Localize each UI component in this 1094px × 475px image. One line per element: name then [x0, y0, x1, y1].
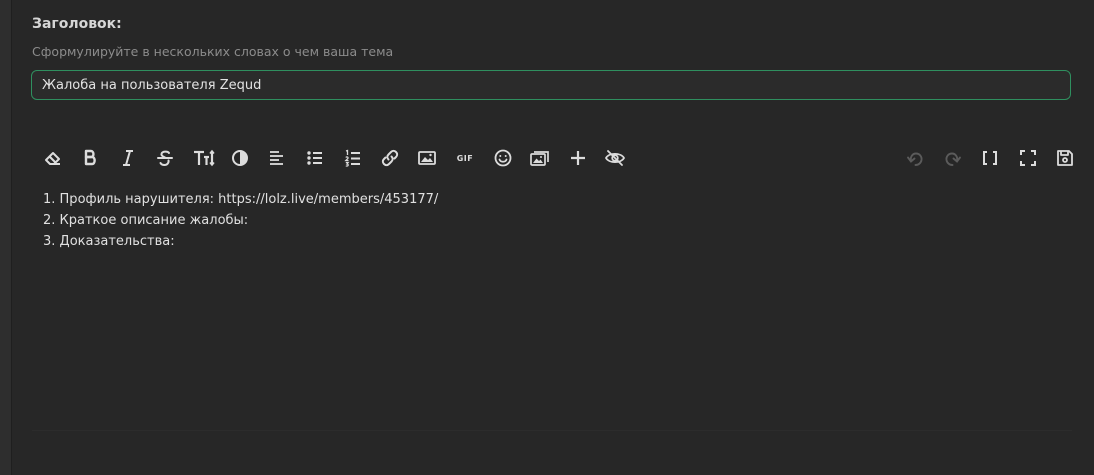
insert-more-button[interactable]: [563, 142, 593, 174]
contrast-icon: [232, 150, 248, 166]
text-size-button[interactable]: [187, 142, 221, 174]
clear-format-button[interactable]: [38, 142, 68, 174]
code-view-button[interactable]: [975, 142, 1005, 174]
insert-gif-button[interactable]: GIF: [450, 142, 480, 174]
insert-image-button[interactable]: [412, 142, 442, 174]
gallery-icon: [530, 151, 549, 166]
hide-icon: [604, 150, 626, 166]
undo-button[interactable]: [900, 142, 930, 174]
align-button[interactable]: [262, 142, 292, 174]
editor-bottom-border: [32, 430, 1072, 431]
gif-icon: GIF: [456, 153, 474, 163]
bold-icon: [84, 149, 96, 166]
redo-button[interactable]: [938, 142, 968, 174]
eraser-icon: [45, 152, 60, 165]
emoji-icon: [494, 149, 512, 167]
plus-icon: [571, 151, 585, 165]
message-editor[interactable]: 1. Профиль нарушителя: https://lolz.live…: [32, 184, 1072, 430]
save-draft-button[interactable]: [1050, 142, 1080, 174]
strikethrough-icon: [157, 150, 173, 167]
editor-line: 1. Профиль нарушителя: https://lolz.live…: [43, 192, 439, 207]
editor-line: 3. Доказательства:: [43, 234, 175, 249]
text-size-icon: [194, 149, 215, 167]
numbered-list-icon: [344, 149, 360, 167]
left-sidebar-strip: [0, 0, 12, 475]
emoji-button[interactable]: [488, 142, 518, 174]
numbered-list-button[interactable]: [338, 142, 368, 174]
title-input[interactable]: [31, 70, 1071, 100]
editor-toolbar: GIF: [32, 142, 1073, 174]
italic-button[interactable]: [113, 142, 143, 174]
editor-line: 2. Краткое описание жалобы:: [43, 213, 249, 228]
undo-icon: [907, 152, 923, 166]
bold-button[interactable]: [75, 142, 105, 174]
insert-link-button[interactable]: [375, 142, 405, 174]
bulleted-list-button[interactable]: [300, 142, 330, 174]
redo-icon: [945, 152, 961, 166]
text-color-button[interactable]: [225, 142, 255, 174]
image-icon: [418, 151, 436, 165]
italic-icon: [123, 150, 133, 166]
align-left-icon: [270, 151, 283, 165]
fullscreen-icon: [1020, 150, 1036, 166]
hide-content-button[interactable]: [600, 142, 630, 174]
title-label: Заголовок:: [32, 16, 122, 32]
link-icon: [381, 149, 399, 167]
brackets-icon: [983, 151, 997, 165]
fullscreen-button[interactable]: [1013, 142, 1043, 174]
bulleted-list-icon: [307, 151, 322, 165]
strikethrough-button[interactable]: [150, 142, 180, 174]
title-hint: Сформулируйте в нескольких словах о чем …: [32, 44, 394, 59]
save-draft-icon: [1057, 150, 1073, 166]
media-gallery-button[interactable]: [525, 142, 555, 174]
thread-form-panel: Заголовок: Сформулируйте в нескольких сл…: [12, 0, 1094, 475]
